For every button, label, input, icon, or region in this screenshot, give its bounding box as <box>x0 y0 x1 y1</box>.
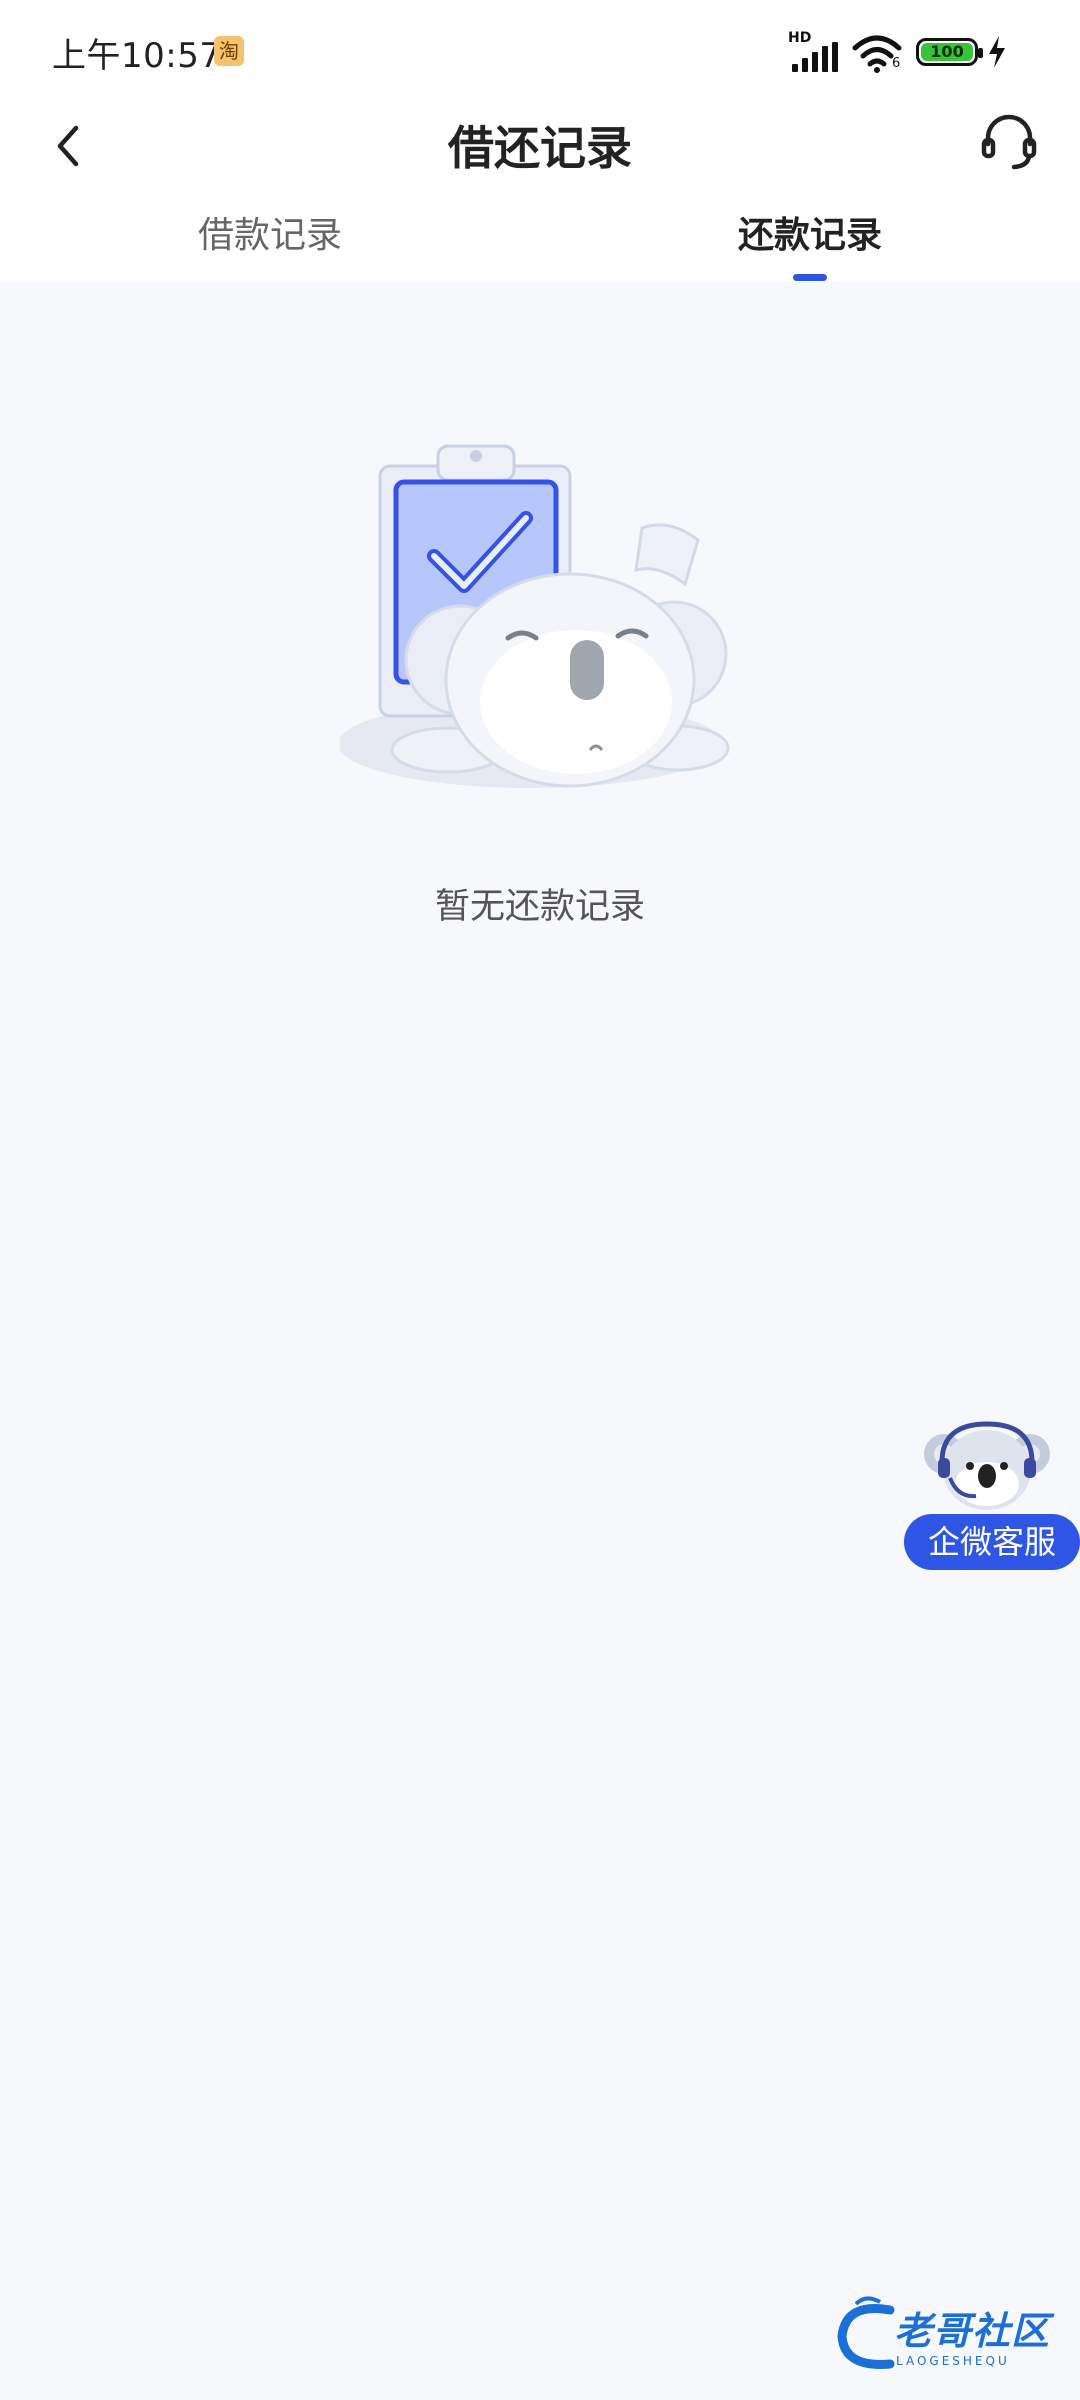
koala-headset-icon <box>924 1421 1050 1510</box>
signal-icon <box>792 42 838 72</box>
enterprise-wechat-service-button[interactable]: 企微客服 <box>900 1418 1080 1574</box>
tab-borrow-records[interactable]: 借款记录 <box>0 200 540 282</box>
headset-icon[interactable] <box>978 110 1040 172</box>
taobao-notification-icon: 淘 <box>214 36 244 66</box>
status-bar: 上午10:57 淘 HD 6 100 <box>0 0 1080 100</box>
navigation-bar: 借还记录 <box>0 100 1080 190</box>
charging-icon <box>989 36 1005 68</box>
status-icons: HD 6 100 <box>788 30 1028 74</box>
empty-state-message: 暂无还款记录 <box>434 887 645 927</box>
active-tab-indicator <box>793 274 827 281</box>
koala-sleeping-clipboard-illustration <box>340 444 730 788</box>
wifi-6-badge: 6 <box>892 56 901 71</box>
watermark-text: 老哥社区 <box>894 2309 1051 2353</box>
tab-repay-records[interactable]: 还款记录 <box>540 200 1080 282</box>
status-time: 上午10:57 <box>52 36 222 76</box>
battery-icon: 100 <box>916 38 983 66</box>
watermark: 老哥社区 LAOGESHEQU <box>836 2294 1070 2378</box>
battery-level: 100 <box>921 43 973 61</box>
service-label: 企微客服 <box>904 1514 1080 1570</box>
watermark-subtext: LAOGESHEQU <box>896 2354 1010 2368</box>
page-title: 借还记录 <box>448 121 632 175</box>
record-tabs: 借款记录 还款记录 <box>0 200 1080 282</box>
